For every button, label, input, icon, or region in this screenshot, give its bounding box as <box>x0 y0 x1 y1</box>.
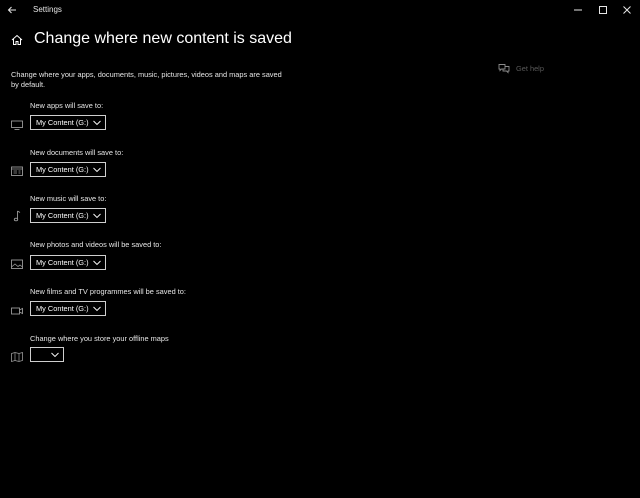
music-location-value: My Content (G:) <box>36 211 89 220</box>
music-location-dropdown[interactable]: My Content (G:) <box>30 208 106 223</box>
maximize-icon <box>599 6 607 14</box>
music-note-icon <box>10 209 24 222</box>
films-location-dropdown[interactable]: My Content (G:) <box>30 301 106 316</box>
page-intro-text: Change where your apps, documents, music… <box>11 70 282 89</box>
apps-location-value: My Content (G:) <box>36 118 89 127</box>
maps-location-dropdown[interactable] <box>30 347 64 362</box>
maps-save-label: Change where you store your offline maps <box>30 334 169 343</box>
chevron-down-icon <box>93 306 101 312</box>
photos-location-value: My Content (G:) <box>36 258 89 267</box>
films-location-value: My Content (G:) <box>36 304 89 313</box>
title-bar: Settings <box>0 0 640 20</box>
map-icon <box>10 350 24 363</box>
get-help-label: Get help <box>516 64 544 73</box>
maximize-button[interactable] <box>595 2 611 18</box>
window-title: Settings <box>33 5 62 14</box>
get-help-link[interactable]: Get help <box>498 63 544 74</box>
close-icon <box>623 6 631 14</box>
documents-location-dropdown[interactable]: My Content (G:) <box>30 162 106 177</box>
chevron-down-icon <box>93 260 101 266</box>
page-title: Change where new content is saved <box>34 30 292 47</box>
chevron-down-icon <box>93 167 101 173</box>
video-camera-icon <box>10 304 24 316</box>
picture-icon <box>10 257 24 269</box>
minimize-icon <box>574 9 582 11</box>
apps-location-dropdown[interactable]: My Content (G:) <box>30 115 106 130</box>
chevron-down-icon <box>93 120 101 126</box>
documents-location-value: My Content (G:) <box>36 165 89 174</box>
apps-save-label: New apps will save to: <box>30 101 104 110</box>
films-save-label: New films and TV programmes will be save… <box>30 287 186 296</box>
chevron-down-icon <box>93 213 101 219</box>
documents-save-label: New documents will save to: <box>30 148 124 157</box>
photos-location-dropdown[interactable]: My Content (G:) <box>30 255 106 270</box>
music-save-label: New music will save to: <box>30 194 107 203</box>
back-arrow-icon <box>7 6 16 14</box>
chat-help-icon <box>498 64 510 74</box>
close-button[interactable] <box>619 2 635 18</box>
photos-save-label: New photos and videos will be saved to: <box>30 240 162 249</box>
documents-icon <box>10 164 24 176</box>
back-button[interactable] <box>5 3 19 17</box>
chevron-down-icon <box>51 352 59 358</box>
home-icon <box>11 34 23 45</box>
monitor-icon <box>10 118 24 130</box>
minimize-button[interactable] <box>570 2 586 18</box>
home-button[interactable] <box>11 33 23 45</box>
